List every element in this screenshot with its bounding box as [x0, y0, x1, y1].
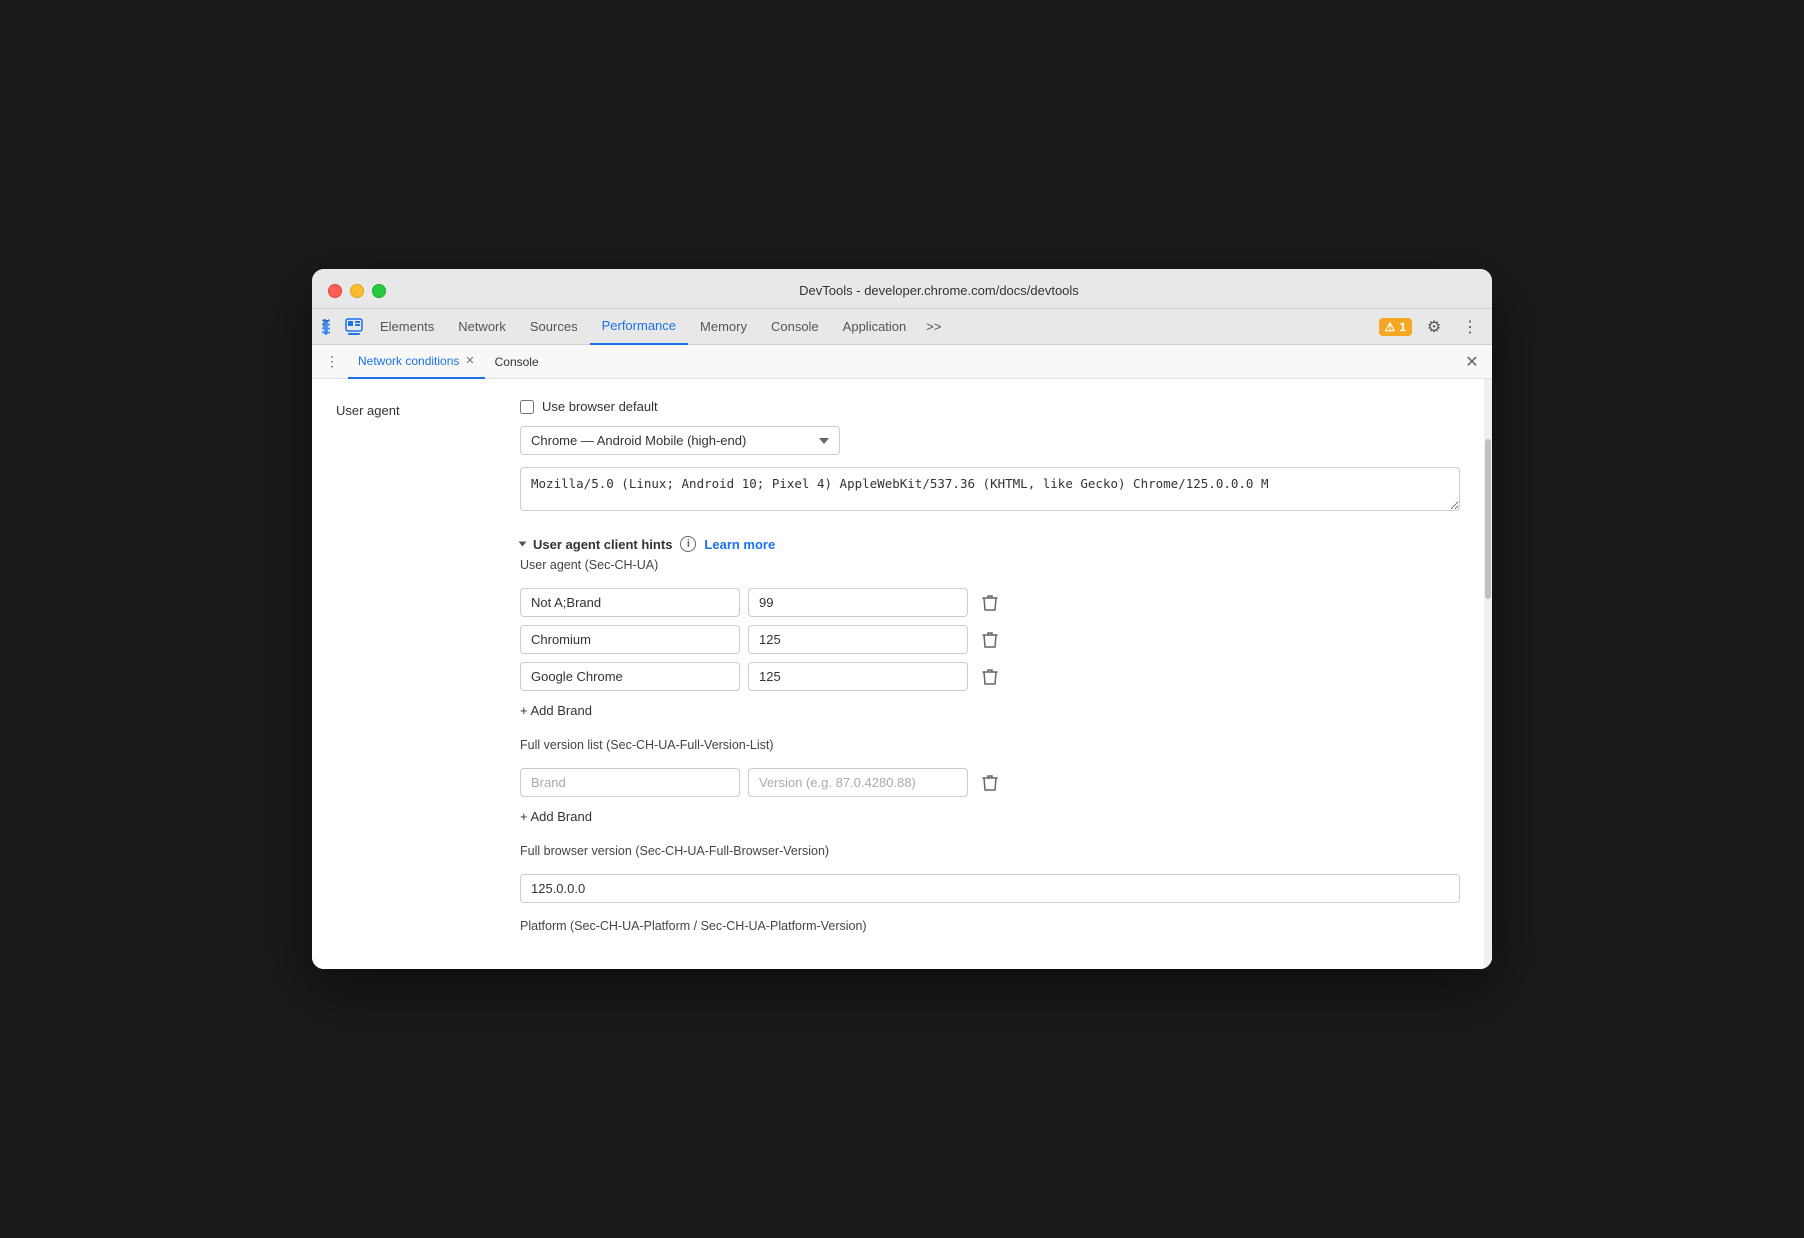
- drawer-tab-network-conditions[interactable]: Network conditions ✕: [348, 345, 485, 379]
- more-tabs-button[interactable]: >>: [918, 319, 949, 334]
- titlebar: DevTools - developer.chrome.com/docs/dev…: [312, 269, 1492, 309]
- settings-button[interactable]: ⚙: [1420, 313, 1448, 341]
- brand-name-input-1[interactable]: [520, 625, 740, 654]
- user-agent-label: User agent: [336, 399, 496, 937]
- more-options-button[interactable]: ⋮: [1456, 313, 1484, 341]
- platform-label: Platform (Sec-CH-UA-Platform / Sec-CH-UA…: [520, 919, 1460, 933]
- ua-select-row: Chrome — Android Mobile (high-end): [520, 426, 1460, 455]
- drawer-tab-bar: ⋮ Network conditions ✕ Console ✕: [312, 345, 1492, 379]
- tab-performance[interactable]: Performance: [590, 309, 688, 345]
- use-browser-default-checkbox[interactable]: [520, 400, 534, 414]
- delete-fv-brand-0[interactable]: [976, 769, 1004, 797]
- full-browser-version-row: [520, 874, 1460, 903]
- add-brand-button-2[interactable]: + Add Brand: [520, 805, 1460, 828]
- tab-bar-right: ⚠ 1 ⚙ ⋮: [1379, 313, 1484, 341]
- brand-version-input-2[interactable]: [748, 662, 968, 691]
- main-tab-bar: Elements Network Sources Performance Mem…: [312, 309, 1492, 345]
- client-hints-header: User agent client hints i Learn more: [520, 536, 1460, 552]
- close-button[interactable]: [328, 284, 342, 298]
- full-browser-version-label: Full browser version (Sec-CH-UA-Full-Bro…: [520, 844, 1460, 858]
- brand-row-1: [520, 625, 1460, 654]
- user-agent-section: User agent Use browser default Chrome — …: [336, 399, 1460, 937]
- close-network-conditions-tab[interactable]: ✕: [465, 354, 474, 367]
- devtools-window: DevTools - developer.chrome.com/docs/dev…: [312, 269, 1492, 969]
- ua-select[interactable]: Chrome — Android Mobile (high-end): [520, 426, 840, 455]
- tab-application[interactable]: Application: [831, 309, 919, 345]
- brand-name-input-2[interactable]: [520, 662, 740, 691]
- close-drawer-button[interactable]: ✕: [1460, 350, 1484, 374]
- fv-brand-version-input-0[interactable]: [748, 768, 968, 797]
- tab-elements[interactable]: Elements: [368, 309, 446, 345]
- window-title: DevTools - developer.chrome.com/docs/dev…: [402, 283, 1476, 298]
- warning-icon: ⚠: [1385, 320, 1396, 334]
- drawer-tab-console[interactable]: Console: [485, 345, 549, 379]
- user-agent-controls: Use browser default Chrome — Android Mob…: [520, 399, 1460, 937]
- tab-sources[interactable]: Sources: [518, 309, 590, 345]
- use-browser-default-label[interactable]: Use browser default: [542, 399, 658, 414]
- full-version-brand-row-0: [520, 768, 1460, 797]
- use-browser-default-row: Use browser default: [520, 399, 1460, 414]
- issues-badge[interactable]: ⚠ 1: [1379, 318, 1412, 336]
- traffic-lights: [328, 284, 386, 298]
- tab-network[interactable]: Network: [446, 309, 518, 345]
- drawer-menu-button[interactable]: ⋮: [320, 350, 344, 374]
- content-area: User agent Use browser default Chrome — …: [312, 379, 1492, 969]
- add-brand-button-1[interactable]: + Add Brand: [520, 699, 1460, 722]
- full-version-list-label: Full version list (Sec-CH-UA-Full-Versio…: [520, 738, 1460, 752]
- fv-brand-name-input-0[interactable]: [520, 768, 740, 797]
- brand-row-2: [520, 662, 1460, 691]
- ua-string-input[interactable]: Mozilla/5.0 (Linux; Android 10; Pixel 4)…: [520, 467, 1460, 511]
- tab-console[interactable]: Console: [759, 309, 831, 345]
- minimize-button[interactable]: [350, 284, 364, 298]
- delete-brand-1[interactable]: [976, 626, 1004, 654]
- brand-version-input-1[interactable]: [748, 625, 968, 654]
- tab-memory[interactable]: Memory: [688, 309, 759, 345]
- inspect-icon[interactable]: [344, 317, 364, 337]
- brand-name-input-0[interactable]: [520, 588, 740, 617]
- brand-version-input-0[interactable]: [748, 588, 968, 617]
- delete-brand-0[interactable]: [976, 589, 1004, 617]
- select-icon[interactable]: [320, 317, 340, 337]
- maximize-button[interactable]: [372, 284, 386, 298]
- delete-brand-2[interactable]: [976, 663, 1004, 691]
- sec-ch-ua-label: User agent (Sec-CH-UA): [520, 558, 1460, 572]
- info-icon[interactable]: i: [680, 536, 696, 552]
- full-browser-version-input[interactable]: [520, 874, 1460, 903]
- collapse-triangle[interactable]: [519, 542, 527, 547]
- scrollbar-thumb[interactable]: [1485, 439, 1491, 599]
- issues-count: 1: [1399, 320, 1406, 334]
- brand-row-0: [520, 588, 1460, 617]
- scrollbar[interactable]: [1484, 379, 1492, 969]
- main-panel: User agent Use browser default Chrome — …: [312, 379, 1484, 969]
- ua-string-row: Mozilla/5.0 (Linux; Android 10; Pixel 4)…: [520, 467, 1460, 516]
- learn-more-link[interactable]: Learn more: [704, 537, 775, 552]
